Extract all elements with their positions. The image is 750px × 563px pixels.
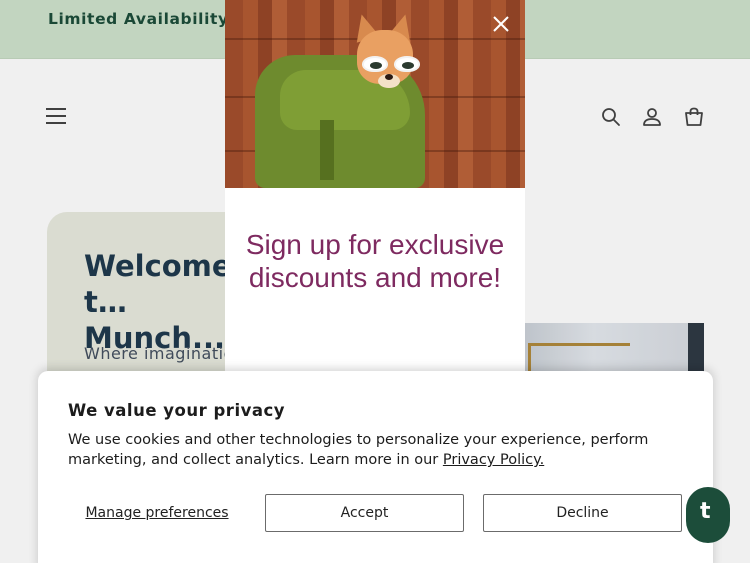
close-icon[interactable] [488,11,514,37]
privacy-policy-link[interactable]: Privacy Policy. [443,452,544,468]
consent-body: We use cookies and other technologies to… [68,432,649,468]
chat-label: t [700,499,711,524]
cookie-consent-banner: We value your privacy We use cookies and… [38,371,713,563]
consent-text: We use cookies and other technologies to… [68,430,668,470]
consent-title: We value your privacy [68,401,286,420]
chat-button[interactable]: t [686,487,730,543]
manage-preferences-button[interactable]: Manage preferences [68,494,246,532]
newsletter-popup [225,0,525,400]
popup-heading: Sign up for exclusive discounts and more… [245,229,505,293]
popup-dog-photo [225,0,525,188]
decline-button[interactable]: Decline [483,494,682,532]
accept-button[interactable]: Accept [265,494,464,532]
